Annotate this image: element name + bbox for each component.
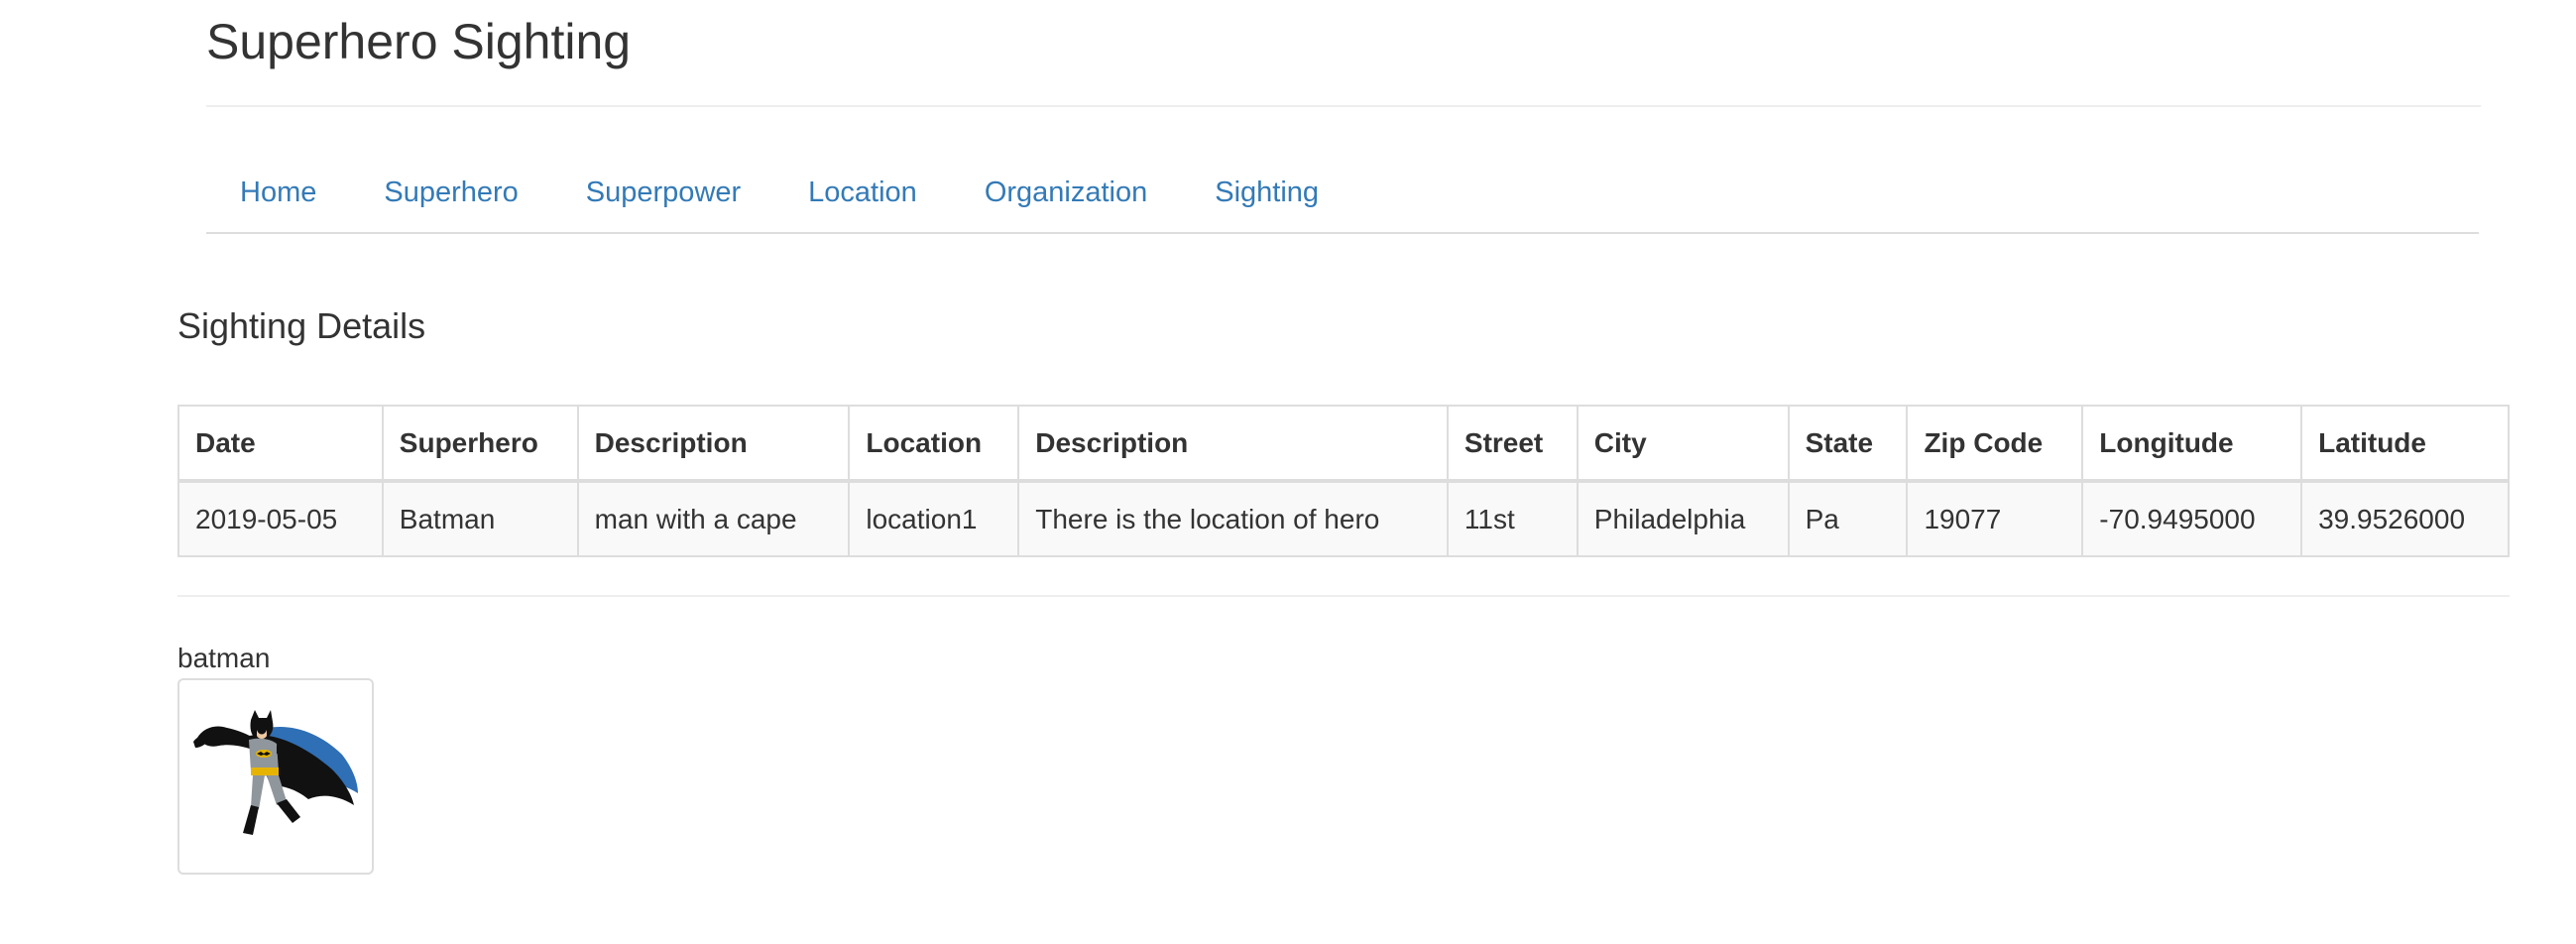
nav-item-home: Home bbox=[206, 159, 350, 232]
nav-link-home[interactable]: Home bbox=[206, 159, 350, 208]
column-header-location: Location bbox=[848, 405, 1020, 483]
cell-street: 11st bbox=[1446, 480, 1579, 557]
cell-zip-code: 19077 bbox=[1906, 480, 2084, 557]
column-header-state: State bbox=[1787, 405, 1909, 483]
nav-link-sighting[interactable]: Sighting bbox=[1181, 159, 1352, 208]
cell-longitude: -70.9495000 bbox=[2081, 480, 2303, 557]
cell-location: location1 bbox=[848, 480, 1020, 557]
nav-item-superpower: Superpower bbox=[552, 159, 774, 232]
cell-city: Philadelphia bbox=[1576, 480, 1790, 557]
nav-item-organization: Organization bbox=[951, 159, 1181, 232]
hero-image-thumbnail bbox=[177, 678, 374, 875]
nav-link-organization[interactable]: Organization bbox=[951, 159, 1181, 208]
sighting-details-table: Date Superhero Description Location Desc… bbox=[177, 405, 2510, 557]
nav-link-location[interactable]: Location bbox=[774, 159, 951, 208]
table-header-row: Date Superhero Description Location Desc… bbox=[177, 405, 2510, 483]
column-header-longitude: Longitude bbox=[2081, 405, 2303, 483]
table-header: Date Superhero Description Location Desc… bbox=[177, 405, 2510, 483]
table-row: 2019-05-05 Batman man with a cape locati… bbox=[177, 480, 2510, 557]
column-header-superhero: Superhero bbox=[381, 405, 579, 483]
main-nav: Home Superhero Superpower Location Organ… bbox=[206, 159, 2479, 234]
column-header-city: City bbox=[1576, 405, 1790, 483]
table-body: 2019-05-05 Batman man with a cape locati… bbox=[177, 480, 2510, 557]
batman-image bbox=[193, 710, 358, 835]
section-title: Sighting Details bbox=[177, 305, 426, 346]
hero-name: batman bbox=[177, 643, 271, 673]
cell-superhero: Batman bbox=[381, 480, 579, 557]
column-header-location-description: Description bbox=[1017, 405, 1449, 483]
cell-latitude: 39.9526000 bbox=[2300, 480, 2510, 557]
nav-item-location: Location bbox=[774, 159, 951, 232]
content-divider bbox=[177, 595, 2510, 597]
site-title: Superhero Sighting bbox=[206, 14, 632, 69]
column-header-street: Street bbox=[1446, 405, 1579, 483]
cell-location-description: There is the location of hero bbox=[1017, 480, 1449, 557]
cell-state: Pa bbox=[1787, 480, 1909, 557]
column-header-description: Description bbox=[576, 405, 851, 483]
nav-link-superhero[interactable]: Superhero bbox=[350, 159, 551, 208]
cell-description: man with a cape bbox=[576, 480, 851, 557]
column-header-latitude: Latitude bbox=[2300, 405, 2510, 483]
header-divider bbox=[206, 105, 2481, 107]
nav-item-superhero: Superhero bbox=[350, 159, 551, 232]
cell-date: 2019-05-05 bbox=[177, 480, 384, 557]
nav-link-superpower[interactable]: Superpower bbox=[552, 159, 774, 208]
column-header-zip-code: Zip Code bbox=[1906, 405, 2084, 483]
column-header-date: Date bbox=[177, 405, 384, 483]
nav-item-sighting: Sighting bbox=[1181, 159, 1352, 232]
